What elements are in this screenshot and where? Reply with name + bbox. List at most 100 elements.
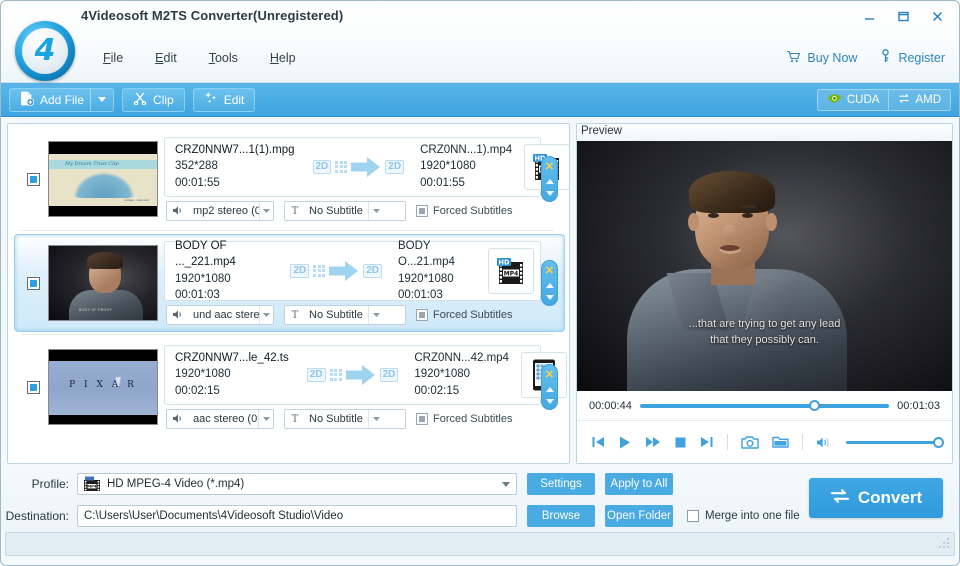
remove-row-icon[interactable]: ✕ [545,162,554,173]
snapshot-button[interactable] [741,435,759,449]
move-up-icon[interactable] [545,283,554,289]
close-icon[interactable] [925,5,949,27]
row-checkbox[interactable] [27,172,40,186]
menu-item-file[interactable]: File [87,47,139,69]
seek-handle[interactable] [808,400,820,411]
remove-row-icon[interactable]: ✕ [545,370,554,381]
window-title: 4Videosoft M2TS Converter(Unregistered) [81,8,344,23]
row-conversion-summary: CRZ0NNW7...le_42.ts 1920*1080 00:02:15 2… [164,344,567,405]
bottom-panel: Profile: MP4 HD MPEG-4 Video (*.mp4) Set… [1,464,959,532]
conversion-arrow: 2D 2D [299,364,407,386]
amd-label: AMD [915,93,941,106]
audio-track-select[interactable]: und aac stereo [166,304,274,325]
audio-track-select[interactable]: mp2 stereo (0x [166,200,274,221]
volume-slider[interactable] [846,436,944,448]
forced-subtitles-checkbox[interactable]: Forced Subtitles [416,204,512,217]
cuda-button[interactable]: CUDA [816,88,889,111]
edit-button[interactable]: Edit [192,87,256,112]
destination-label: Destination: [5,509,69,523]
settings-button[interactable]: Settings [527,473,595,495]
seek-slider[interactable] [639,400,890,411]
chevron-down-icon[interactable] [367,305,385,324]
svg-text:T: T [292,414,299,424]
chevron-down-icon[interactable] [367,409,385,428]
row-controls[interactable]: ✕ [541,260,558,306]
volume-icon[interactable] [816,436,831,449]
chevron-down-icon[interactable] [258,201,273,220]
video-thumbnail: BODY OF PROOF [48,245,158,321]
volume-handle[interactable] [932,436,944,448]
next-button[interactable] [700,435,714,449]
buy-now-label: Buy Now [807,50,858,65]
menu-item-edit[interactable]: Edit [139,47,193,69]
target-duration: 00:02:15 [414,384,460,397]
gpu-acceleration-group: CUDA AMD [816,88,951,111]
file-list[interactable]: My Dream Trust Clip vintage - post card … [7,123,570,464]
clip-button[interactable]: Clip [122,87,185,112]
chevron-down-icon[interactable] [367,201,385,220]
audio-track-value: mp2 stereo (0x [193,204,259,217]
output-2d-badge: 2D [379,367,399,382]
stop-button[interactable] [674,436,687,449]
subtitle-T-icon: T [285,205,304,216]
register-link[interactable]: Register [879,49,945,66]
remove-row-icon[interactable]: ✕ [545,266,554,277]
menu-items: File Edit Tools Help [87,47,312,69]
add-file-dropdown-arrow[interactable] [90,88,113,111]
move-down-icon[interactable] [545,294,554,300]
destination-input[interactable]: C:\Users\User\Documents\4Videosoft Studi… [77,505,517,527]
amd-button[interactable]: AMD [888,88,951,111]
add-file-label: Add File [40,92,85,107]
row-info: CRZ0NNW7...1(1).mpg 352*288 00:01:55 2D … [164,136,569,222]
subtitle-track-select[interactable]: T No Subtitle [284,304,406,325]
forced-subtitles-label: Forced Subtitles [433,412,513,425]
move-down-icon[interactable] [545,398,554,404]
audio-track-select[interactable]: aac stereo (0x [166,408,274,429]
video-display[interactable]: ...that are trying to get any lead that … [577,141,952,391]
maximize-icon[interactable] [891,5,915,27]
chevron-down-icon[interactable] [502,479,510,489]
convert-button[interactable]: Convert [809,478,943,518]
menu-right-links: Buy Now Register [786,49,945,66]
resize-grip-icon[interactable] [937,536,951,553]
row-info: BODY OF ..._221.mp4 1920*1080 00:01:03 2… [164,240,541,326]
subtitle-track-select[interactable]: T No Subtitle [284,408,406,429]
menu-item-help[interactable]: Help [254,47,312,69]
row-checkbox[interactable] [27,380,40,394]
move-down-icon[interactable] [545,190,554,196]
browse-button[interactable]: Browse [527,505,595,527]
forced-subtitles-checkbox[interactable]: Forced Subtitles [416,308,512,321]
row-separator [21,334,554,335]
buy-now-link[interactable]: Buy Now [786,50,857,66]
open-folder-button[interactable]: Open Folder [605,505,673,527]
move-up-icon[interactable] [545,179,554,185]
merge-into-one-file-checkbox[interactable]: Merge into one file [687,510,800,522]
previous-button[interactable] [591,435,605,449]
chevron-down-icon[interactable] [258,409,273,428]
play-button[interactable] [618,435,632,450]
fast-forward-button[interactable] [645,435,661,449]
table-row[interactable]: BODY OF PROOF BODY OF ..._221.mp4 1920*1… [14,234,565,335]
table-row[interactable]: My Dream Trust Clip vintage - post card … [14,130,569,231]
output-format-icon[interactable]: MP4 HD [488,247,534,294]
minimize-icon[interactable] [857,5,881,27]
chevron-down-icon[interactable] [258,305,273,324]
conversion-arrow: 2D 2D [305,156,413,178]
table-row[interactable]: P I X A R CRZ0NNW7...le_42.ts 1920*1080 … [14,338,567,436]
arrow-right-icon [329,260,359,282]
profile-label: Profile: [31,477,69,491]
source-duration: 00:01:03 [175,288,220,301]
forced-subtitles-checkbox[interactable]: Forced Subtitles [416,412,513,425]
open-snapshot-folder-button[interactable] [772,435,789,449]
menu-item-tools[interactable]: Tools [193,47,254,69]
row-controls[interactable]: ✕ [541,364,558,410]
subtitle-track-select[interactable]: T No Subtitle [284,200,406,221]
sparkle-icon [204,91,218,108]
move-up-icon[interactable] [545,387,554,393]
apply-to-all-button[interactable]: Apply to All [605,473,673,495]
profile-select[interactable]: MP4 HD MPEG-4 Video (*.mp4) [77,473,517,495]
row-checkbox[interactable] [27,276,40,290]
add-file-button[interactable]: Add File [9,87,115,112]
add-file-icon [20,91,35,109]
row-controls[interactable]: ✕ [541,156,558,202]
